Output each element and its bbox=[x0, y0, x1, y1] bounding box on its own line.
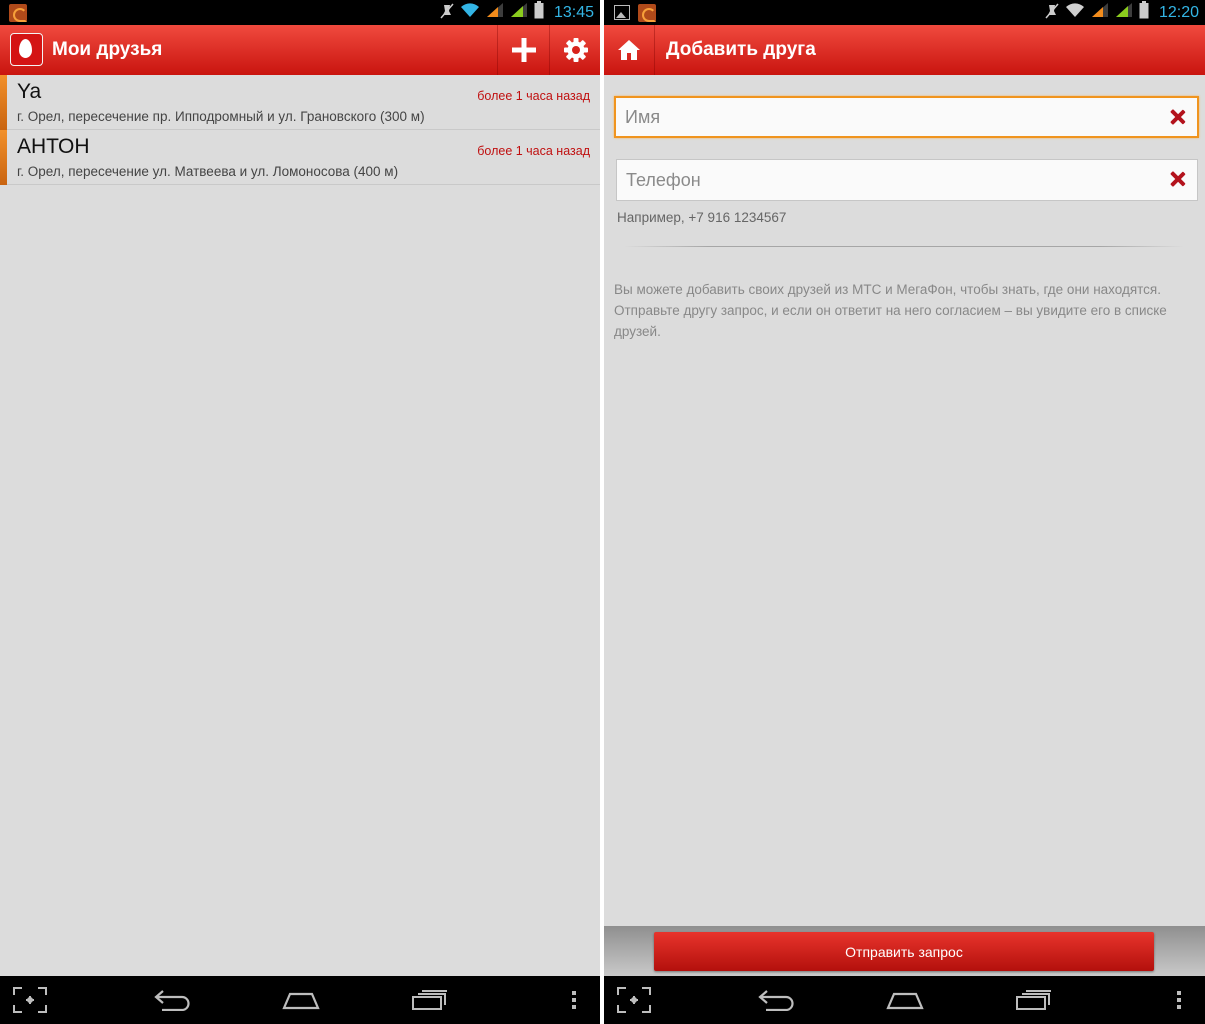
back-icon bbox=[154, 990, 190, 1011]
recent-apps-button[interactable] bbox=[1009, 976, 1059, 1024]
home-up-button[interactable] bbox=[604, 25, 655, 75]
add-icon bbox=[511, 38, 536, 62]
signal-icon bbox=[510, 2, 528, 23]
status-bar: 13:45 bbox=[0, 0, 600, 25]
app-logo-icon[interactable] bbox=[10, 33, 43, 66]
action-bar: Мои друзья bbox=[0, 25, 600, 75]
battery-icon bbox=[534, 1, 544, 24]
page-title: Мои друзья bbox=[52, 39, 163, 60]
settings-gear-icon bbox=[563, 38, 588, 62]
mute-icon bbox=[1045, 3, 1059, 22]
home-button[interactable] bbox=[880, 976, 930, 1024]
name-input[interactable] bbox=[616, 98, 1197, 136]
image-notification-icon bbox=[614, 5, 630, 20]
divider bbox=[624, 246, 1184, 247]
name-field[interactable] bbox=[614, 96, 1199, 138]
signal-icon bbox=[486, 2, 504, 23]
screenshot-icon bbox=[617, 987, 651, 1013]
overflow-menu-button[interactable] bbox=[1167, 976, 1191, 1024]
friend-list-item[interactable]: АНТОН более 1 часа назад г. Орел, пересе… bbox=[0, 130, 600, 185]
navigation-bar bbox=[0, 976, 600, 1024]
phone-field[interactable] bbox=[616, 159, 1198, 201]
clock: 13:45 bbox=[553, 4, 594, 21]
menu-icon bbox=[572, 991, 576, 1009]
back-button[interactable] bbox=[148, 976, 198, 1024]
home-button[interactable] bbox=[276, 976, 326, 1024]
status-bar: 12:20 bbox=[604, 0, 1205, 25]
clear-name-icon[interactable] bbox=[1169, 108, 1187, 126]
friend-last-seen: более 1 часа назад bbox=[477, 144, 590, 158]
navigation-bar bbox=[604, 976, 1205, 1024]
signal-icon bbox=[1091, 2, 1109, 23]
menu-icon bbox=[1177, 991, 1181, 1009]
friend-list-item[interactable]: Ya более 1 часа назад г. Орел, пересечен… bbox=[0, 75, 600, 130]
phone-input[interactable] bbox=[617, 160, 1197, 200]
add-friend-button[interactable] bbox=[497, 25, 549, 75]
battery-icon bbox=[1139, 1, 1149, 24]
overflow-menu-button[interactable] bbox=[562, 976, 586, 1024]
clock: 12:20 bbox=[1158, 4, 1199, 21]
screenshot-button[interactable] bbox=[8, 976, 52, 1024]
recent-apps-icon bbox=[412, 990, 447, 1010]
action-bar: Добавить друга bbox=[604, 25, 1205, 75]
friend-last-seen: более 1 часа назад bbox=[477, 89, 590, 103]
clear-phone-icon[interactable] bbox=[1169, 170, 1187, 188]
screenshot-icon bbox=[13, 987, 47, 1013]
friend-accent-bar bbox=[0, 75, 7, 130]
app-notification-icon bbox=[9, 4, 27, 22]
signal-icon bbox=[1115, 2, 1133, 23]
bottom-panel: Отправить запрос bbox=[604, 926, 1205, 976]
add-friend-screen: 12:20 Добавить друга Например, +7 916 12… bbox=[604, 0, 1205, 1024]
friend-name: Ya bbox=[17, 80, 42, 103]
recent-apps-button[interactable] bbox=[405, 976, 455, 1024]
wifi-icon bbox=[460, 2, 480, 23]
home-icon bbox=[886, 992, 924, 1010]
back-button[interactable] bbox=[752, 976, 802, 1024]
settings-button[interactable] bbox=[549, 25, 600, 75]
home-icon bbox=[282, 992, 320, 1010]
app-notification-icon bbox=[638, 4, 656, 22]
info-text: Вы можете добавить своих друзей из МТС и… bbox=[614, 282, 1167, 339]
recent-apps-icon bbox=[1016, 990, 1051, 1010]
friend-name: АНТОН bbox=[17, 135, 90, 158]
wifi-icon bbox=[1065, 2, 1085, 23]
mute-icon bbox=[440, 3, 454, 22]
back-icon bbox=[758, 990, 794, 1011]
screenshot-button[interactable] bbox=[612, 976, 656, 1024]
friend-accent-bar bbox=[0, 130, 7, 185]
friends-screen: 13:45 Мои друзья Ya более 1 часа назад г… bbox=[0, 0, 600, 1024]
home-icon bbox=[618, 40, 640, 60]
send-request-button[interactable]: Отправить запрос bbox=[654, 932, 1154, 971]
page-title: Добавить друга bbox=[666, 39, 816, 60]
phone-hint: Например, +7 916 1234567 bbox=[617, 210, 787, 225]
friend-location: г. Орел, пересечение пр. Ипподромный и у… bbox=[17, 109, 425, 124]
friend-location: г. Орел, пересечение ул. Матвеева и ул. … bbox=[17, 164, 399, 179]
